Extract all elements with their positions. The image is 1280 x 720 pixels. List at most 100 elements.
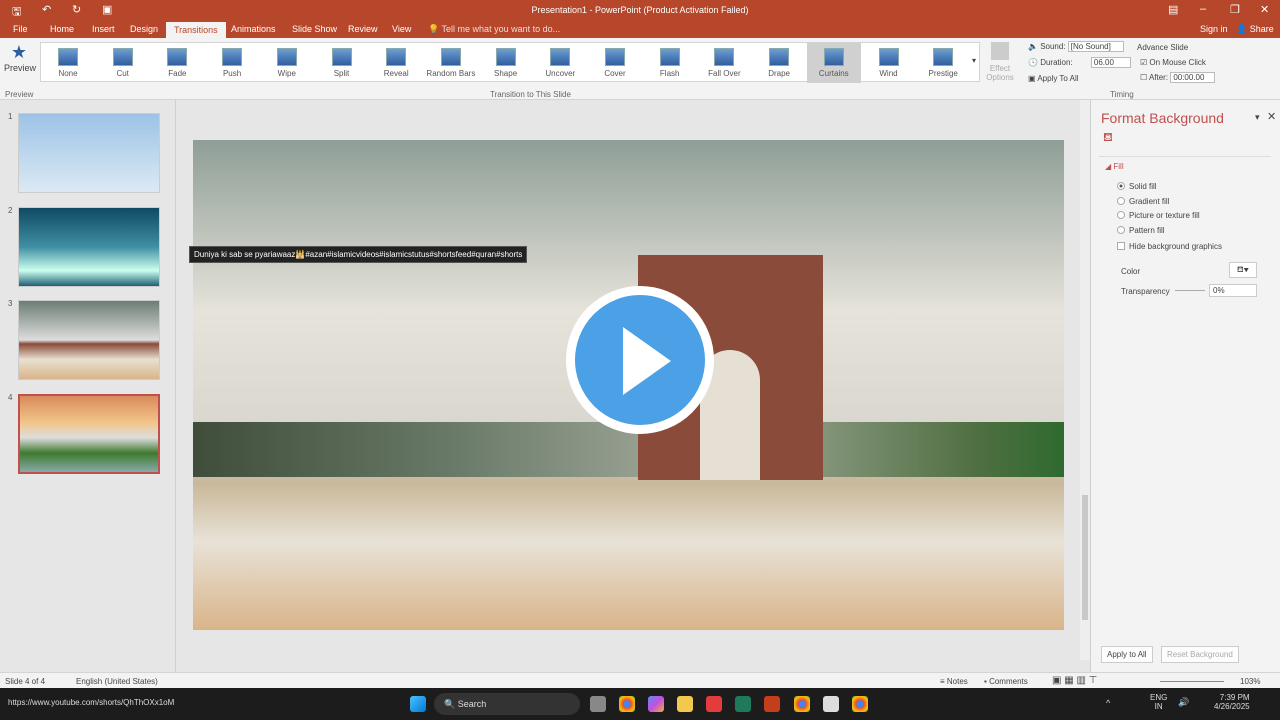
transition-drape[interactable]: Drape <box>752 43 806 83</box>
tab-insert[interactable]: Insert <box>92 24 115 34</box>
tab-review[interactable]: Review <box>348 24 378 34</box>
picture-fill-radio[interactable]: Picture or texture fill <box>1117 211 1200 220</box>
tab-design[interactable]: Design <box>130 24 158 34</box>
transition-prestige[interactable]: Prestige <box>916 43 970 83</box>
effect-options-label: Effect Options <box>986 64 1014 82</box>
transition-split[interactable]: Split <box>315 43 369 83</box>
play-icon[interactable] <box>566 286 714 434</box>
transparency-slider[interactable] <box>1175 290 1205 291</box>
gradient-fill-radio[interactable]: Gradient fill <box>1117 197 1169 206</box>
chrome-icon-3[interactable] <box>852 696 868 712</box>
after-input[interactable]: 00:00.00 <box>1170 72 1216 83</box>
language-indicator[interactable]: ENG IN <box>1150 693 1167 711</box>
transition-label: Curtains <box>818 69 849 78</box>
tray-chevron-icon[interactable]: ^ <box>1106 698 1110 708</box>
task-view-icon[interactable] <box>590 696 606 712</box>
close-icon[interactable]: ✕ <box>1260 3 1269 16</box>
transition-label: Wind <box>879 69 898 78</box>
clock[interactable]: 7:39 PM 4/26/2025 <box>1214 693 1250 711</box>
transition-wind[interactable]: Wind <box>862 43 916 83</box>
reset-background-button[interactable]: Reset Background <box>1161 646 1239 663</box>
slide-thumbnail-2[interactable] <box>18 207 160 287</box>
transition-wipe[interactable]: Wipe <box>260 43 314 83</box>
sign-in-link[interactable]: Sign in <box>1200 24 1228 34</box>
taskbar-search[interactable]: 🔍 Search <box>434 693 580 715</box>
transition-cut[interactable]: Cut <box>96 43 150 83</box>
sound-row: 🔈 Sound: [No Sound] <box>1028 41 1124 52</box>
transition-flash[interactable]: Flash <box>643 43 697 83</box>
app-icon-2[interactable] <box>735 696 751 712</box>
view-buttons[interactable]: ▣ ▦ ▥ ⊤ <box>1052 675 1097 686</box>
transition-uncover[interactable]: Uncover <box>533 43 587 83</box>
transition-curtains[interactable]: Curtains <box>806 43 861 83</box>
comments-button[interactable]: ▪ Comments <box>984 677 1028 686</box>
on-mouse-click-checkbox[interactable]: ☑ On Mouse Click <box>1140 58 1206 67</box>
zoom-slider[interactable] <box>1160 681 1224 682</box>
language-status[interactable]: English (United States) <box>76 677 158 686</box>
preview-button[interactable]: ★ Preview <box>4 42 36 73</box>
slide-scrollbar[interactable] <box>1080 100 1090 660</box>
after-checkbox[interactable]: ☐ After: 00:00.00 <box>1140 72 1216 83</box>
hide-background-checkbox[interactable]: Hide background graphics <box>1117 242 1222 251</box>
tab-animations[interactable]: Animations <box>231 24 276 34</box>
slide-thumbnail-1[interactable] <box>18 113 160 193</box>
slide-canvas[interactable] <box>193 140 1064 630</box>
gallery-more-icon[interactable]: ▾ <box>972 56 976 65</box>
transition-cover[interactable]: Cover <box>588 43 642 83</box>
sound-select[interactable]: [No Sound] <box>1067 41 1124 52</box>
copilot-icon[interactable] <box>648 696 664 712</box>
tab-view[interactable]: View <box>392 24 411 34</box>
fill-bucket-icon[interactable]: ⛾ <box>1103 130 1113 146</box>
duration-input[interactable]: 06.00 <box>1090 57 1131 68</box>
volume-icon[interactable]: 🔊 <box>1178 697 1189 708</box>
pane-close-icon[interactable]: ✕ <box>1267 110 1276 123</box>
apply-to-all-bg-button[interactable]: Apply to All <box>1101 646 1153 663</box>
transition-fade[interactable]: Fade <box>150 43 204 83</box>
chrome-icon-2[interactable] <box>794 696 810 712</box>
window-title: Presentation1 - PowerPoint (Product Acti… <box>531 5 749 15</box>
transition-push[interactable]: Push <box>205 43 259 83</box>
status-bar: Slide 4 of 4 English (United States) ≡ N… <box>0 672 1280 688</box>
transition-icon <box>112 48 133 66</box>
pattern-fill-radio[interactable]: Pattern fill <box>1117 226 1165 235</box>
transition-icon <box>495 48 516 66</box>
zoom-level[interactable]: 103% <box>1240 677 1260 686</box>
transition-random-bars[interactable]: Random Bars <box>424 43 478 83</box>
pane-options-icon[interactable]: ▾ <box>1255 112 1260 123</box>
chrome-icon[interactable] <box>619 696 635 712</box>
tab-slide-show[interactable]: Slide Show <box>292 24 337 34</box>
start-icon[interactable] <box>410 696 426 712</box>
transparency-input[interactable]: 0% <box>1209 284 1257 297</box>
apply-to-all-button[interactable]: ▣ Apply To All <box>1028 74 1079 83</box>
tell-me-search[interactable]: 💡 Tell me what you want to do... <box>428 24 560 35</box>
option-label: Gradient fill <box>1129 197 1170 206</box>
slide-thumbnail-3[interactable] <box>18 300 160 380</box>
solid-fill-radio[interactable]: Solid fill <box>1117 182 1157 191</box>
slide-thumbnail-4[interactable] <box>18 394 160 474</box>
share-button[interactable]: 👤 Share <box>1236 24 1274 35</box>
app-icon-3[interactable] <box>823 696 839 712</box>
notes-button[interactable]: ≡ Notes <box>940 677 968 686</box>
restore-icon[interactable]: ❐ <box>1230 3 1240 16</box>
fill-section-toggle[interactable]: ◢ Fill <box>1105 162 1124 171</box>
comments-label: Comments <box>989 677 1028 686</box>
transition-label: Cut <box>116 69 129 78</box>
tab-file[interactable]: File <box>13 24 28 34</box>
transition-shape[interactable]: Shape <box>479 43 533 83</box>
color-picker-button[interactable]: ⛾▾ <box>1229 262 1257 278</box>
date: 4/26/2025 <box>1214 702 1250 711</box>
taskbar: https://www.youtube.com/shorts/QhThOXx1o… <box>0 688 1280 720</box>
powerpoint-icon[interactable] <box>764 696 780 712</box>
file-explorer-icon[interactable] <box>677 696 693 712</box>
ribbon-display-icon[interactable]: ▤ <box>1168 3 1178 16</box>
tab-home[interactable]: Home <box>50 24 74 34</box>
transition-label: Reveal <box>383 69 409 78</box>
app-icon[interactable] <box>706 696 722 712</box>
transition-reveal[interactable]: Reveal <box>369 43 423 83</box>
minimize-icon[interactable]: – <box>1200 3 1206 15</box>
tab-transitions[interactable]: Transitions <box>166 22 226 38</box>
transition-fall-over[interactable]: Fall Over <box>697 43 751 83</box>
transition-none[interactable]: None <box>41 43 95 83</box>
effect-options-button[interactable]: Effect Options <box>984 42 1016 82</box>
sound-label: Sound: <box>1040 42 1066 51</box>
